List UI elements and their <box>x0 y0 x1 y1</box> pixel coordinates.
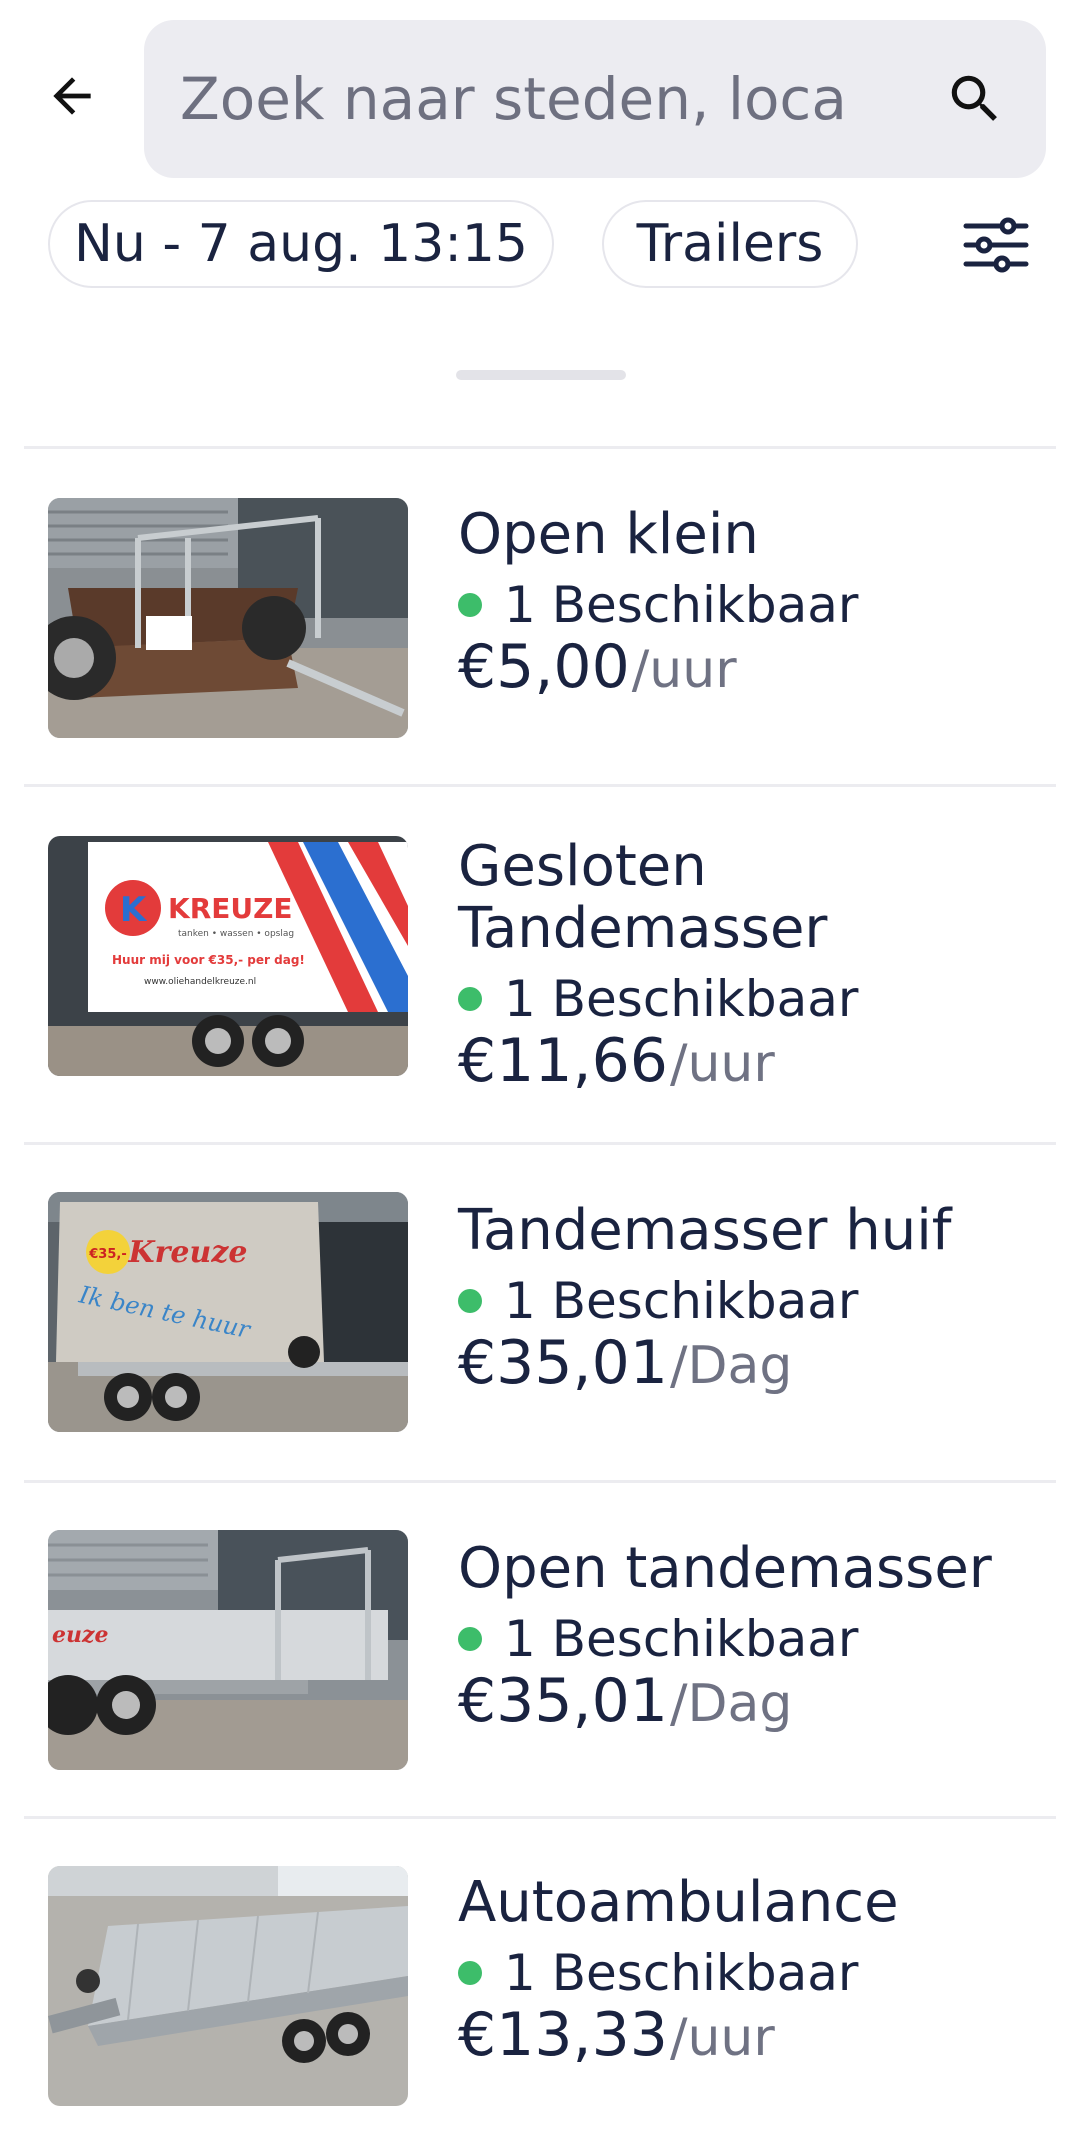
listing-title: Open tandemasser <box>458 1536 992 1601</box>
available-dot-icon <box>458 987 482 1011</box>
listing-title: Tandemasser huif <box>458 1198 952 1263</box>
available-dot-icon <box>458 1961 482 1985</box>
listing-title: Open klein <box>458 502 759 567</box>
svg-text:www.oliehandelkreuze.nl: www.oliehandelkreuze.nl <box>144 977 256 987</box>
price-row: €35,01 /Dag <box>458 1666 1058 1736</box>
sheet-drag-handle[interactable] <box>456 370 626 380</box>
svg-text:KREUZE: KREUZE <box>168 892 293 925</box>
listing-info: Tandemasser huif 1 Beschikbaar €35,01 /D… <box>458 1200 1058 1398</box>
search-input[interactable] <box>180 65 910 133</box>
price-row: €35,01 /Dag <box>458 1328 1058 1398</box>
price-row: €5,00 /uur <box>458 632 1058 702</box>
trailer-thumbnail: €35,- Kreuze Ik ben te huur <box>48 1192 408 1432</box>
vehicle-type-chip[interactable]: Trailers <box>602 200 858 288</box>
top-bar <box>0 0 1080 190</box>
price-unit: /Dag <box>669 1336 793 1396</box>
listing-info: Gesloten Tandemasser 1 Beschikbaar €11,6… <box>458 836 1058 1096</box>
svg-text:Huur mij voor €35,- per dag!: Huur mij voor €35,- per dag! <box>112 953 305 967</box>
availability: 1 Beschikbaar <box>458 966 1058 1032</box>
price: €13,33 <box>458 2000 668 2070</box>
listing-open-klein[interactable]: Open klein 1 Beschikbaar €5,00 /uur <box>0 446 1080 784</box>
listing-tandemasser-huif[interactable]: €35,- Kreuze Ik ben te huur Tandemasser … <box>0 1142 1080 1480</box>
price-unit: /uur <box>669 2008 775 2068</box>
listing-gesloten-tandemasser[interactable]: K KREUZE tanken • wassen • opslag Huur m… <box>0 784 1080 1142</box>
available-dot-icon <box>458 1627 482 1651</box>
price-row: €13,33 /uur <box>458 2000 1058 2070</box>
availability: 1 Beschikbaar <box>458 1606 1058 1672</box>
svg-text:Kreuze: Kreuze <box>128 1235 248 1270</box>
date-range-chip[interactable]: Nu - 7 aug. 13:15 <box>48 200 554 288</box>
search-icon[interactable] <box>944 68 1006 130</box>
svg-text:tanken • wassen • opslag: tanken • wassen • opslag <box>178 929 294 939</box>
trailer-thumbnail <box>48 498 408 738</box>
price: €35,01 <box>458 1666 668 1736</box>
availability: 1 Beschikbaar <box>458 1940 1058 2006</box>
available-dot-icon <box>458 1289 482 1313</box>
trailer-thumbnail <box>48 1866 408 2106</box>
price-unit: /uur <box>631 640 737 700</box>
listing-title: Gesloten Tandemasser <box>458 834 828 961</box>
price: €35,01 <box>458 1328 668 1398</box>
price: €11,66 <box>458 1026 668 1096</box>
availability-text: 1 Beschikbaar <box>504 1272 859 1330</box>
availability-text: 1 Beschikbaar <box>504 1610 859 1668</box>
back-button[interactable] <box>36 60 108 132</box>
availability: 1 Beschikbaar <box>458 1268 1058 1334</box>
svg-text:K: K <box>120 890 148 930</box>
listing-autoambulance[interactable]: Autoambulance 1 Beschikbaar €13,33 /uur <box>0 1816 1080 2142</box>
trailer-thumbnail: euze <box>48 1530 408 1770</box>
filter-chip-row: Nu - 7 aug. 13:15 Trailers <box>0 200 1080 292</box>
price-row: €11,66 /uur <box>458 1026 1058 1096</box>
search-bar[interactable] <box>144 20 1046 178</box>
sliders-icon[interactable] <box>962 214 1030 276</box>
listing-open-tandemasser[interactable]: euze Open tandemasser 1 Beschikbaar €35,… <box>0 1480 1080 1816</box>
listing-info: Autoambulance 1 Beschikbaar €13,33 /uur <box>458 1872 1058 2070</box>
price-unit: /uur <box>669 1034 775 1094</box>
listing-title: Autoambulance <box>458 1870 899 1935</box>
available-dot-icon <box>458 593 482 617</box>
svg-text:€35,-: €35,- <box>88 1247 126 1262</box>
availability: 1 Beschikbaar <box>458 572 1058 638</box>
arrow-left-icon <box>53 77 91 115</box>
listing-info: Open klein 1 Beschikbaar €5,00 /uur <box>458 504 1058 702</box>
svg-text:euze: euze <box>52 1622 108 1648</box>
availability-text: 1 Beschikbaar <box>504 576 859 634</box>
availability-text: 1 Beschikbaar <box>504 1944 859 2002</box>
price-unit: /Dag <box>669 1674 793 1734</box>
availability-text: 1 Beschikbaar <box>504 970 859 1028</box>
trailer-thumbnail: K KREUZE tanken • wassen • opslag Huur m… <box>48 836 408 1076</box>
listing-info: Open tandemasser 1 Beschikbaar €35,01 /D… <box>458 1538 1058 1736</box>
price: €5,00 <box>458 632 630 702</box>
